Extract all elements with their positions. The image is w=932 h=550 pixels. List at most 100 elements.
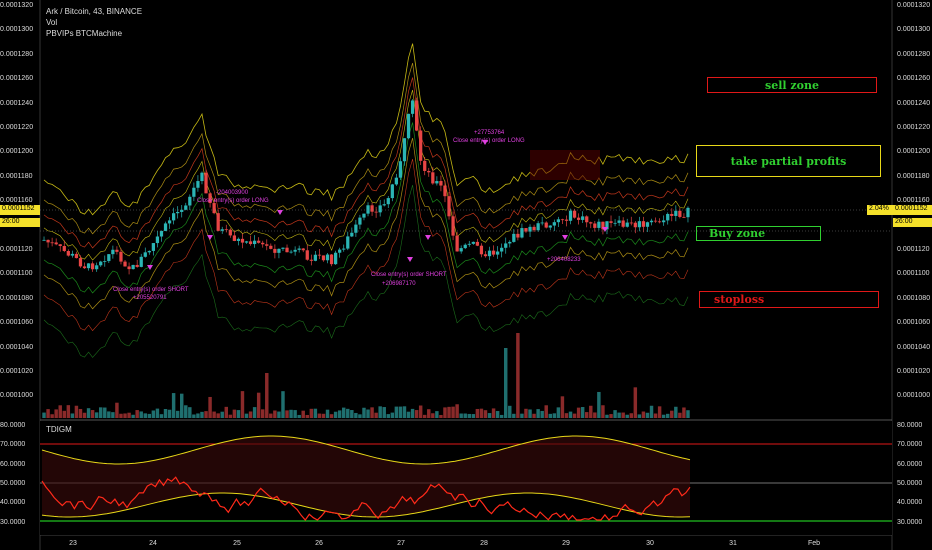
volume-bar <box>491 408 496 418</box>
volume-bar <box>390 412 395 418</box>
candle-body <box>645 222 650 227</box>
volume-bar <box>265 373 269 418</box>
volume-bar <box>236 410 241 418</box>
volume-bar <box>641 411 646 418</box>
candle-body <box>103 261 107 262</box>
price-tick-label: 0.0001120 <box>0 246 33 253</box>
price-tick-label: 0.0001180 <box>0 172 33 180</box>
date-tick-label: Feb <box>807 540 821 547</box>
candle-body <box>200 172 204 182</box>
candle-body <box>378 205 382 213</box>
candle-body <box>147 250 151 253</box>
volume-bar <box>370 407 374 418</box>
volume-bar <box>107 411 111 418</box>
candle-body <box>524 228 528 232</box>
volume-bar <box>317 413 322 418</box>
price-tick-label: 0.0001020 <box>0 368 34 375</box>
volume-bar <box>285 410 289 418</box>
candle-body <box>91 263 95 270</box>
buy-zone-box[interactable]: Buy zone <box>696 226 821 241</box>
candle-body <box>666 213 670 221</box>
volume-bar <box>617 412 621 418</box>
candle-body <box>184 205 188 210</box>
volume-bar <box>46 409 50 418</box>
candle-body <box>617 220 621 223</box>
candle-body <box>346 236 350 249</box>
volume-bar <box>155 408 160 418</box>
date-tick-label: 30 <box>646 540 654 547</box>
volume-bar <box>366 409 370 418</box>
volume-bar <box>402 406 407 418</box>
volume-bar <box>593 412 597 418</box>
volume-bar <box>670 410 674 418</box>
trade-marker <box>277 210 283 215</box>
volume-bar <box>398 406 403 418</box>
candle-body <box>293 249 297 252</box>
candle-body <box>176 211 180 214</box>
volume-bar <box>212 411 216 418</box>
volume-bar <box>589 405 593 418</box>
trade-marker <box>207 235 213 240</box>
candle-body <box>66 251 70 256</box>
volume-bar <box>167 409 172 418</box>
candle-body <box>686 207 690 218</box>
volume-bar <box>252 407 257 418</box>
volume-bar <box>572 413 577 418</box>
candle-body <box>309 259 313 261</box>
volume-bar <box>78 408 83 418</box>
candle-body <box>447 196 451 217</box>
volume-bar <box>564 413 569 418</box>
candle-body <box>277 248 281 253</box>
price-tick-label: 0.0001260 <box>897 75 931 83</box>
price-tick-label: 0.0001200 <box>897 148 931 156</box>
oscillator-tick-label: 30.0000 <box>0 518 26 526</box>
volume-bar <box>633 387 638 418</box>
volume-bar <box>244 413 249 418</box>
volume-bar <box>649 405 654 418</box>
candle-body <box>512 233 516 242</box>
stoploss-box[interactable]: stoploss <box>699 291 879 308</box>
candle-body <box>123 261 127 267</box>
volume-bar <box>520 413 524 418</box>
candle-body <box>593 223 597 228</box>
candle-body <box>131 264 135 270</box>
candle-body <box>172 213 176 221</box>
candle-body <box>386 198 390 205</box>
candle-body <box>443 185 447 197</box>
price-tick-label: 0.0001000 <box>0 392 34 400</box>
volume-bar <box>228 414 233 418</box>
sell-zone-box[interactable]: sell zone <box>707 77 877 93</box>
candle-body <box>479 245 484 255</box>
candle-body <box>491 250 496 255</box>
price-tick-label: 0.0001260 <box>0 75 34 83</box>
volume-bar <box>115 402 119 418</box>
volume-bar <box>131 414 135 418</box>
volume-bar <box>305 414 309 418</box>
price-tick-label: 0.0001100 <box>0 270 33 278</box>
volume-bar <box>350 410 354 418</box>
volume-bar <box>475 408 480 418</box>
oscillator-tick-label: 60.0000 <box>897 460 923 468</box>
volume-bar <box>609 414 613 418</box>
candle-body <box>556 219 560 223</box>
candle-body <box>281 247 285 249</box>
candle-body <box>674 210 678 216</box>
candle-body <box>544 222 548 228</box>
price-tick-label: 0.0001320 <box>897 2 931 9</box>
candle-body <box>374 211 378 213</box>
candle-body <box>585 216 589 223</box>
volume-bar <box>471 414 476 418</box>
candle-body <box>334 252 338 265</box>
take-profit-box[interactable]: take partial profits <box>696 145 881 177</box>
candle-body <box>159 230 164 237</box>
volume-bar <box>86 408 91 418</box>
candle-body <box>548 225 552 228</box>
price-tick-label: 0.0001040 <box>0 343 34 351</box>
volume-bar <box>508 405 512 418</box>
volume-bar <box>269 413 273 418</box>
candle-body <box>257 240 261 243</box>
candle-body <box>560 219 565 221</box>
price-tick-label: 0.0001100 <box>897 270 930 278</box>
price-tick-label: 0.0001200 <box>0 148 34 156</box>
price-tick-label: 0.0001300 <box>897 26 931 34</box>
